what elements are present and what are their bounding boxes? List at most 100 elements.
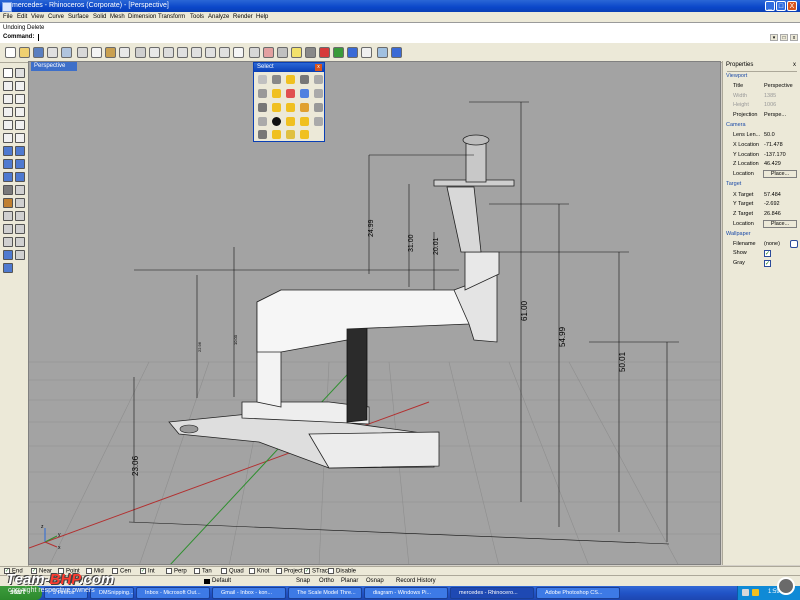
undo-icon[interactable] <box>119 47 130 58</box>
osnap-checkbox[interactable] <box>194 568 200 574</box>
select-dims-icon[interactable] <box>314 103 323 112</box>
status-snap[interactable]: Snap <box>296 578 310 584</box>
menu-mesh[interactable]: Mesh <box>110 14 125 20</box>
arc-icon[interactable] <box>15 94 25 104</box>
select-lights-icon[interactable] <box>286 117 295 126</box>
osnap-checkbox[interactable] <box>221 568 227 574</box>
select-surfaces-icon[interactable] <box>300 89 309 98</box>
menu-transform[interactable]: Transform <box>158 14 185 20</box>
select-last-icon[interactable] <box>300 75 309 84</box>
prop-title-value[interactable]: Perspective <box>764 83 793 89</box>
options-icon[interactable] <box>361 47 372 58</box>
task-rhinoceros[interactable]: mercedes - Rhinocero... <box>450 587 534 599</box>
select-blocks-icon[interactable] <box>272 117 281 126</box>
menu-render[interactable]: Render <box>233 14 253 20</box>
explode-icon[interactable] <box>15 211 25 221</box>
surface-icon[interactable] <box>3 146 13 156</box>
select-curves-icon[interactable] <box>272 89 281 98</box>
osnap-checkbox[interactable]: ✓ <box>304 568 310 574</box>
select-polylines-icon[interactable] <box>258 103 267 112</box>
analyze-icon[interactable] <box>3 250 13 260</box>
array-icon[interactable] <box>15 250 25 260</box>
minimize-button[interactable]: _ <box>765 1 775 11</box>
offset-icon[interactable] <box>15 133 25 143</box>
scale-icon[interactable] <box>15 237 25 247</box>
boolean-icon[interactable] <box>3 185 13 195</box>
print-icon[interactable] <box>47 47 58 58</box>
command-input-cursor[interactable] <box>38 34 39 41</box>
four-viewports-icon[interactable] <box>233 47 244 58</box>
point-icon[interactable] <box>15 68 25 78</box>
prop-ztarget-value[interactable]: 26.846 <box>764 211 781 217</box>
select-bad-icon[interactable] <box>286 130 295 139</box>
camera-section-header[interactable]: Camera <box>726 122 746 128</box>
box-icon[interactable] <box>3 159 13 169</box>
viewport-title-tab[interactable]: Perspective <box>31 62 77 71</box>
select-hatch-icon[interactable] <box>314 117 323 126</box>
properties-icon[interactable] <box>61 47 72 58</box>
prop-zloc-value[interactable]: 46.429 <box>764 161 781 167</box>
select-previous-icon[interactable] <box>314 75 323 84</box>
gray-wallpaper-checkbox[interactable]: ✓ <box>764 260 771 267</box>
menu-analyze[interactable]: Analyze <box>208 14 229 20</box>
dimension-icon[interactable] <box>15 185 25 195</box>
fillet-curve-icon[interactable] <box>3 133 13 143</box>
osnap-checkbox[interactable]: ✓ <box>140 568 146 574</box>
circle-icon[interactable] <box>3 94 13 104</box>
select-layer-icon[interactable] <box>272 130 281 139</box>
render-icon[interactable] <box>305 47 316 58</box>
osnap-int[interactable]: ✓ Int <box>140 568 155 575</box>
select-lines-icon[interactable] <box>314 89 323 98</box>
curve-icon[interactable] <box>15 81 25 91</box>
select-annotations-icon[interactable] <box>258 117 267 126</box>
select-color-icon[interactable] <box>286 89 295 98</box>
select-polysurfaces-icon[interactable] <box>272 103 281 112</box>
select-all-icon[interactable] <box>258 75 267 84</box>
grid-icon[interactable] <box>249 47 260 58</box>
sphere-icon[interactable] <box>15 159 25 169</box>
task-gmail[interactable]: Gmail - Inbox - kon... <box>212 587 286 599</box>
menu-curve[interactable]: Curve <box>48 14 64 20</box>
zoom-window-icon[interactable] <box>191 47 202 58</box>
select-meshes-icon[interactable] <box>300 103 309 112</box>
status-planar[interactable]: Planar <box>341 578 358 584</box>
select-palette-title[interactable]: Select <box>254 63 324 72</box>
light-icon[interactable] <box>291 47 302 58</box>
layer-icon[interactable] <box>377 47 388 58</box>
camera-place-button[interactable]: Place... <box>763 170 797 178</box>
menu-file[interactable]: File <box>3 14 13 20</box>
command-history-arrow-icon[interactable]: ▾ <box>770 34 778 41</box>
task-photoshop[interactable]: Adobe Photoshop CS... <box>536 587 620 599</box>
select-closed-icon[interactable] <box>300 130 309 139</box>
polygon-icon[interactable] <box>3 120 13 130</box>
osnap-checkbox[interactable] <box>276 568 282 574</box>
status-record-history[interactable]: Record History <box>396 578 436 584</box>
menu-help[interactable]: Help <box>256 14 268 20</box>
status-osnap[interactable]: Osnap <box>366 578 384 584</box>
polyline-icon[interactable] <box>3 81 13 91</box>
prop-xloc-value[interactable]: -71.478 <box>764 142 783 148</box>
menu-dimension[interactable]: Dimension <box>128 14 156 20</box>
close-button[interactable]: X <box>787 1 797 11</box>
select-groups-icon[interactable] <box>258 130 267 139</box>
viewport-section-header[interactable]: Viewport <box>726 73 747 79</box>
osnap-project[interactable]: Project <box>276 568 303 575</box>
osnap-checkbox[interactable] <box>166 568 172 574</box>
environment-icon[interactable] <box>347 47 358 58</box>
prop-yloc-value[interactable]: -137.170 <box>764 152 786 158</box>
status-layer[interactable]: Default <box>212 578 231 584</box>
freeform-icon[interactable] <box>15 120 25 130</box>
select-icon[interactable] <box>135 47 146 58</box>
menu-edit[interactable]: Edit <box>17 14 27 20</box>
menu-surface[interactable]: Surface <box>68 14 89 20</box>
rectangle-icon[interactable] <box>15 107 25 117</box>
osnap-cen[interactable]: Cen <box>112 568 131 575</box>
wallpaper-section-header[interactable]: Wallpaper <box>726 231 751 237</box>
network-icon[interactable] <box>742 589 749 596</box>
new-file-icon[interactable] <box>5 47 16 58</box>
prop-ytarget-value[interactable]: -2.692 <box>764 201 780 207</box>
paste-icon[interactable] <box>105 47 116 58</box>
help-icon[interactable] <box>391 47 402 58</box>
material-icon[interactable] <box>333 47 344 58</box>
target-place-button[interactable]: Place... <box>763 220 797 228</box>
